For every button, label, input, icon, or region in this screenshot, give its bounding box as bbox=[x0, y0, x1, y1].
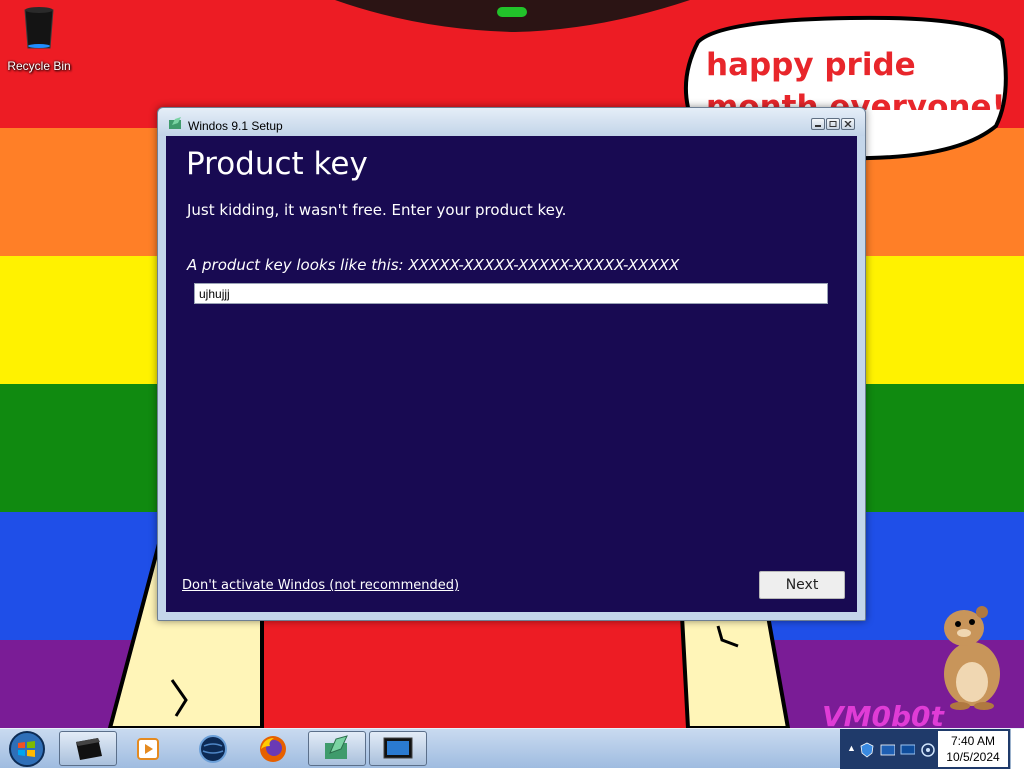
monitor-icon bbox=[383, 737, 413, 758]
hamster-image bbox=[944, 606, 1000, 710]
skip-activation-link[interactable]: Don't activate Windos (not recommended) bbox=[182, 578, 459, 593]
setup-content: Product key Just kidding, it wasn't free… bbox=[166, 136, 857, 612]
setup-app-icon bbox=[169, 117, 181, 129]
start-button[interactable] bbox=[5, 730, 49, 768]
speaker-icon[interactable] bbox=[920, 742, 935, 758]
close-button[interactable] bbox=[841, 118, 855, 130]
next-button[interactable]: Next bbox=[759, 571, 845, 599]
window-titlebar[interactable]: Windos 9.1 Setup bbox=[158, 108, 865, 136]
shield-icon[interactable] bbox=[859, 742, 874, 758]
speech-bubble-text: happy pride month everyone! bbox=[706, 47, 1006, 110]
product-key-input[interactable] bbox=[194, 283, 828, 304]
recycle-bin-icon bbox=[24, 7, 54, 49]
taskbar-app-command-window[interactable] bbox=[59, 731, 117, 766]
show-desktop-button[interactable] bbox=[1010, 729, 1024, 769]
maximize-icon bbox=[829, 121, 837, 127]
taskbar-app-firefox[interactable] bbox=[244, 731, 302, 766]
taskbar-app-globe[interactable] bbox=[184, 731, 242, 766]
recycle-bin-label: Recycle Bin bbox=[7, 59, 71, 73]
minimize-button[interactable] bbox=[811, 118, 825, 130]
display-icon[interactable] bbox=[900, 742, 916, 758]
clock-time: 7:40 AM bbox=[950, 734, 996, 748]
clock-date: 10/5/2024 bbox=[946, 750, 1000, 764]
tray-icons bbox=[859, 737, 935, 763]
taskbar-app-setup[interactable] bbox=[308, 731, 366, 766]
taskbar: ▲ 7:40 AM 10/5/2024 bbox=[0, 728, 1024, 769]
globe-icon bbox=[199, 734, 227, 763]
setup-window: Windos 9.1 Setup Product key Just kiddin… bbox=[157, 107, 866, 621]
command-window-icon bbox=[76, 737, 102, 760]
minimize-icon bbox=[815, 125, 821, 127]
show-hidden-icons-arrow-icon[interactable]: ▲ bbox=[847, 743, 856, 753]
taskbar-app-monitor[interactable] bbox=[369, 731, 427, 766]
window-title: Windos 9.1 Setup bbox=[188, 119, 283, 133]
setup-icon bbox=[325, 734, 348, 759]
network-icon[interactable] bbox=[879, 742, 896, 758]
window-controls bbox=[811, 118, 855, 130]
page-title: Product key bbox=[186, 146, 368, 182]
taskbar-app-media-player[interactable] bbox=[119, 731, 177, 766]
product-key-hint: A product key looks like this: XXXXX-XXX… bbox=[187, 256, 680, 274]
media-player-icon bbox=[137, 737, 159, 760]
taskbar-clock[interactable]: 7:40 AM 10/5/2024 bbox=[938, 731, 1008, 767]
recycle-bin-shortcut[interactable]: Recycle Bin bbox=[4, 4, 74, 73]
description-text: Just kidding, it wasn't free. Enter your… bbox=[187, 201, 567, 219]
close-icon bbox=[844, 121, 852, 127]
firefox-icon bbox=[260, 735, 286, 762]
maximize-button[interactable] bbox=[826, 118, 840, 130]
